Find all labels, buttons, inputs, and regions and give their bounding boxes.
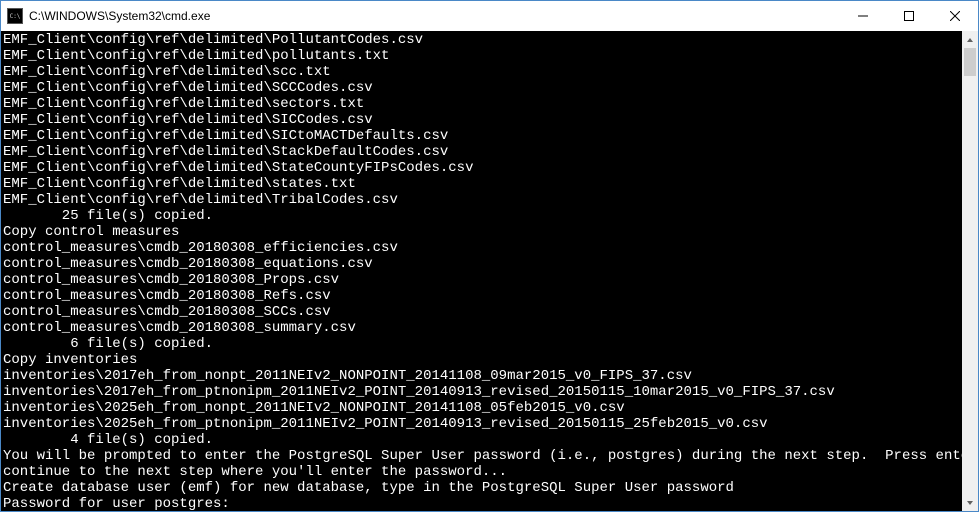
vertical-scrollbar[interactable] — [962, 31, 978, 511]
scroll-track[interactable] — [962, 48, 978, 494]
console-area: EMF_Client\config\ref\delimited\Pollutan… — [1, 31, 978, 511]
window-title: C:\WINDOWS\System32\cmd.exe — [29, 9, 210, 23]
cmd-icon — [7, 8, 23, 24]
console-output[interactable]: EMF_Client\config\ref\delimited\Pollutan… — [1, 31, 962, 511]
scroll-up-button[interactable] — [962, 31, 978, 48]
cmd-window: C:\WINDOWS\System32\cmd.exe EMF_Client\c… — [0, 0, 979, 512]
maximize-button[interactable] — [886, 1, 932, 31]
titlebar[interactable]: C:\WINDOWS\System32\cmd.exe — [1, 1, 978, 31]
minimize-button[interactable] — [840, 1, 886, 31]
close-button[interactable] — [932, 1, 978, 31]
scroll-thumb[interactable] — [964, 48, 976, 76]
scroll-down-button[interactable] — [962, 494, 978, 511]
